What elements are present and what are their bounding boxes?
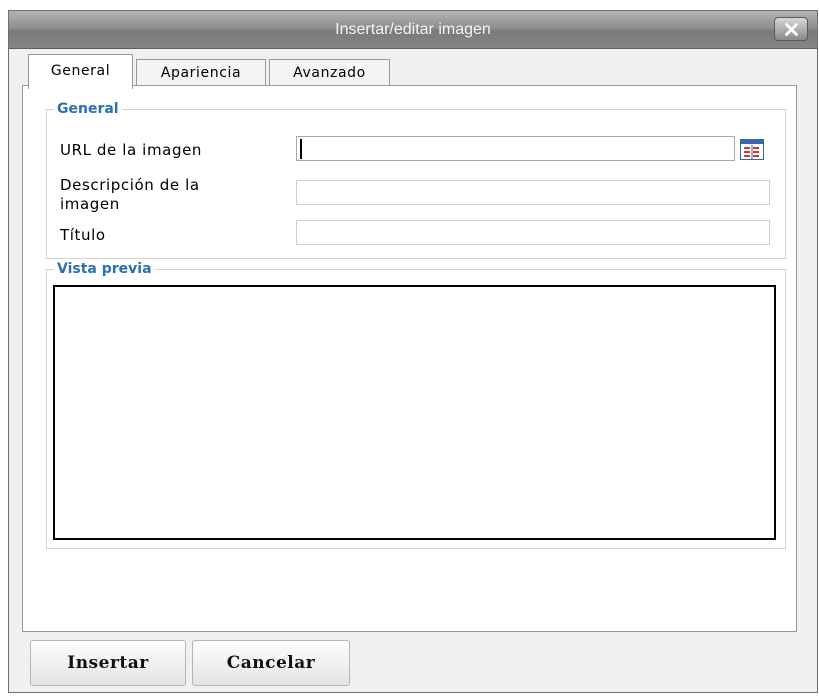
url-label: URL de la imagen [60,141,202,159]
cancel-button[interactable]: Cancelar [192,640,350,686]
description-input[interactable] [296,180,770,205]
tab-avanzado-label: Avanzado [293,65,366,81]
close-button[interactable] [774,17,808,41]
insert-button-label: Insertar [67,653,149,673]
general-legend: General [57,101,119,117]
cancel-button-label: Cancelar [226,653,316,673]
url-input[interactable] [296,136,735,161]
close-icon [785,23,798,36]
tab-general-label: General [50,63,111,79]
file-browser-icon[interactable] [740,139,764,160]
text-caret [300,139,302,159]
title-input[interactable] [296,220,770,245]
preview-legend: Vista previa [57,261,152,277]
title-label: Título [60,226,106,244]
tab-apariencia-label: Apariencia [160,65,242,81]
description-label: Descripción de la imagen [60,176,200,214]
insert-button[interactable]: Insertar [30,640,186,686]
dialog-titlebar[interactable]: Insertar/editar imagen [9,11,817,49]
dialog-title: Insertar/editar imagen [335,21,491,38]
description-label-line2: imagen [60,195,120,213]
description-label-line1: Descripción de la [60,176,200,194]
tab-general[interactable]: General [28,54,133,89]
image-preview-area [53,285,776,540]
